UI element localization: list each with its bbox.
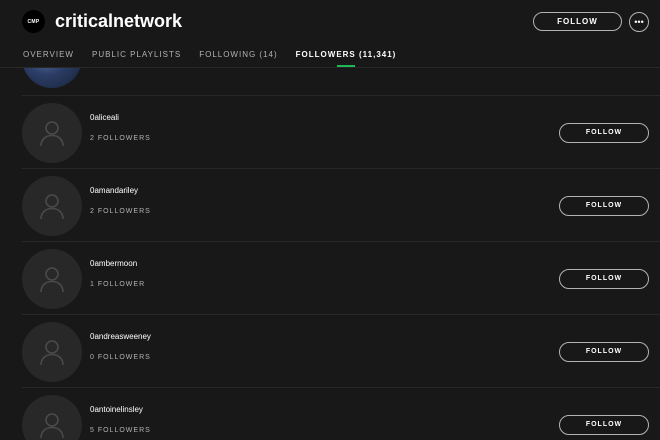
tab-public-playlists[interactable]: PUBLIC PLAYLISTS (92, 50, 181, 66)
follow-button[interactable]: FOLLOW (559, 342, 649, 362)
profile-logo[interactable]: CMP (22, 10, 45, 33)
tab-overview[interactable]: OVERVIEW (23, 50, 74, 66)
avatar[interactable] (22, 68, 82, 88)
avatar[interactable] (22, 395, 82, 440)
follow-button[interactable]: FOLLOW (559, 415, 649, 435)
follow-button[interactable]: FOLLOW (559, 123, 649, 143)
follower-name[interactable]: 0aliceali (90, 113, 119, 123)
follower-name[interactable]: 0antoinelinsley (90, 405, 143, 415)
follower-row: 0andreasweeney 0 FOLLOWERS FOLLOW (0, 315, 660, 388)
user-icon (40, 267, 64, 293)
follower-row: 0aliceali 2 FOLLOWERS FOLLOW (0, 96, 660, 169)
avatar[interactable] (22, 322, 82, 382)
follow-button[interactable]: FOLLOW (559, 196, 649, 216)
follower-row: 0ambermoon 1 FOLLOWER FOLLOW (0, 242, 660, 315)
more-dots-icon: ••• (634, 16, 644, 27)
profile-tabs: OVERVIEW PUBLIC PLAYLISTS FOLLOWING (14)… (23, 50, 397, 67)
follower-name[interactable]: 0amandariley (90, 186, 138, 196)
follower-count: 2 FOLLOWERS (90, 135, 151, 142)
profile-header: CMP criticalnetwork FOLLOW ••• OVERVIEW … (0, 0, 660, 68)
tab-followers[interactable]: FOLLOWERS (11,341) (296, 50, 397, 67)
tab-following[interactable]: FOLLOWING (14) (199, 50, 277, 66)
profile-title: criticalnetwork (55, 11, 183, 31)
user-icon (40, 121, 64, 147)
follower-count: 2 FOLLOWERS (90, 208, 151, 215)
logo-text: CMP (27, 18, 40, 25)
follow-button[interactable]: FOLLOW (559, 269, 649, 289)
user-icon (40, 340, 64, 366)
followers-list: 0aliceali 2 FOLLOWERS FOLLOW 0amandarile… (0, 68, 660, 440)
more-options-button[interactable]: ••• (629, 12, 649, 32)
follower-row: 0amandariley 2 FOLLOWERS FOLLOW (0, 169, 660, 242)
user-icon (40, 194, 64, 220)
profile-follow-button[interactable]: FOLLOW (533, 12, 622, 31)
follower-name[interactable]: 0andreasweeney (90, 332, 151, 342)
follower-count: 0 FOLLOWERS (90, 354, 151, 361)
follower-name[interactable]: 0ambermoon (90, 259, 137, 269)
avatar[interactable] (22, 249, 82, 309)
user-icon (40, 413, 64, 439)
follower-row: 0antoinelinsley 5 FOLLOWERS FOLLOW (0, 388, 660, 440)
avatar[interactable] (22, 176, 82, 236)
avatar[interactable] (22, 103, 82, 163)
follower-count: 5 FOLLOWERS (90, 427, 151, 434)
follower-count: 1 FOLLOWER (90, 281, 146, 288)
